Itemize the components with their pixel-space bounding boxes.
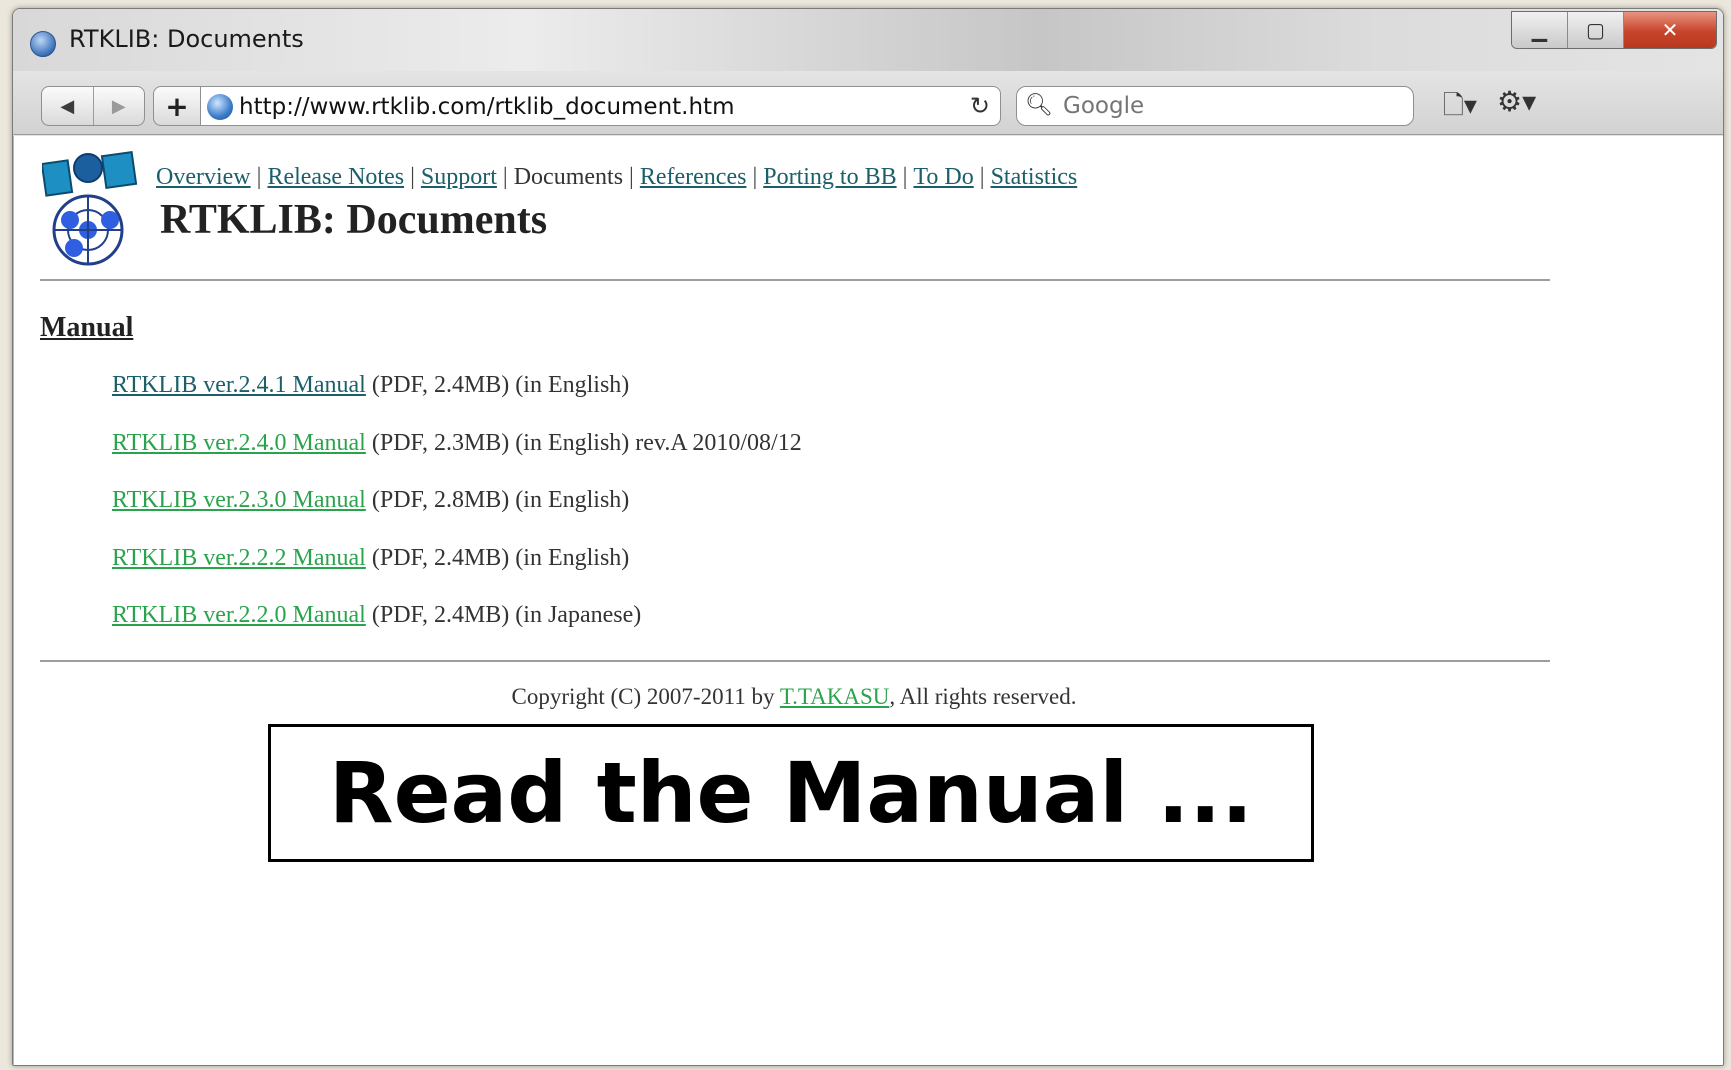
search-box[interactable]: 🔍︎ xyxy=(1016,86,1414,126)
manual-link[interactable]: RTKLIB ver.2.2.2 Manual xyxy=(112,545,366,571)
rtklib-logo xyxy=(42,150,138,266)
manual-link[interactable]: RTKLIB ver.2.3.0 Manual xyxy=(112,487,366,513)
page-menu-icon[interactable]: 🗋▾ xyxy=(1443,87,1477,131)
manual-link[interactable]: RTKLIB ver.2.2.0 Manual xyxy=(112,602,366,628)
manual-item: RTKLIB ver.2.3.0 Manual (PDF, 2.8MB) (in… xyxy=(112,487,802,545)
read-manual-callout: Read the Manual ... xyxy=(268,724,1314,862)
forward-button[interactable]: ▶ xyxy=(92,87,145,125)
page-content: Overview | Release Notes | Support | Documents… xyxy=(13,136,1723,1065)
copyright-prefix: Copyright (C) 2007-2011 by xyxy=(511,684,775,709)
nav-current-documents: Documents xyxy=(513,164,624,190)
nav-link-release-notes[interactable]: Release Notes xyxy=(267,164,404,190)
manual-link[interactable]: RTKLIB ver.2.4.1 Manual xyxy=(112,372,366,398)
divider-top xyxy=(40,279,1550,281)
search-icon[interactable]: 🔍︎ xyxy=(1025,93,1053,118)
copyright-suffix: , All rights reserved. xyxy=(889,684,1077,709)
browser-window: RTKLIB: Documents ▁ ▢ ✕ ◀ ▶ + http://www… xyxy=(12,8,1724,1066)
manual-list: RTKLIB ver.2.4.1 Manual (PDF, 2.4MB) (in… xyxy=(112,372,802,660)
maximize-button[interactable]: ▢ xyxy=(1568,12,1624,48)
site-nav: Overview | Release Notes | Support | Documents… xyxy=(156,164,1078,190)
title-bar: RTKLIB: Documents ▁ ▢ ✕ xyxy=(13,9,1723,71)
nav-link-support[interactable]: Support xyxy=(421,164,497,190)
browser-globe-icon xyxy=(30,31,56,57)
manual-link[interactable]: RTKLIB ver.2.4.0 Manual xyxy=(112,430,366,456)
manual-item: RTKLIB ver.2.4.1 Manual (PDF, 2.4MB) (in… xyxy=(112,372,802,430)
manual-item: RTKLIB ver.2.2.0 Manual (PDF, 2.4MB) (in… xyxy=(112,602,802,660)
address-bar[interactable]: http://www.rtklib.com/rtklib_document.ht… xyxy=(201,86,1001,126)
divider-bottom xyxy=(40,660,1550,662)
page-title: RTKLIB: Documents xyxy=(160,197,548,243)
manual-item: RTKLIB ver.2.4.0 Manual (PDF, 2.3MB) (in… xyxy=(112,430,802,488)
copyright-notice: Copyright (C) 2007-2011 by T.TAKASU, All… xyxy=(14,684,1574,710)
nav-link-overview[interactable]: Overview xyxy=(156,164,251,190)
nav-link-porting-to-bb[interactable]: Porting to BB xyxy=(763,164,896,190)
history-nav: ◀ ▶ xyxy=(41,86,145,126)
window-title: RTKLIB: Documents xyxy=(69,25,304,53)
browser-toolbar: ◀ ▶ + http://www.rtklib.com/rtklib_docum… xyxy=(13,71,1723,135)
manual-info: (PDF, 2.4MB) (in English) xyxy=(371,372,630,398)
back-button[interactable]: ◀ xyxy=(42,87,93,125)
nav-link-to-do[interactable]: To Do xyxy=(913,164,973,190)
manual-info: (PDF, 2.8MB) (in English) xyxy=(371,487,630,513)
section-heading-manual: Manual xyxy=(40,312,134,343)
add-bookmark-button[interactable]: + xyxy=(153,86,201,126)
author-link[interactable]: T.TAKASU xyxy=(780,684,890,709)
minimize-button[interactable]: ▁ xyxy=(1512,12,1568,48)
window-controls: ▁ ▢ ✕ xyxy=(1511,11,1717,49)
nav-link-statistics[interactable]: Statistics xyxy=(991,164,1078,190)
manual-info: (PDF, 2.3MB) (in English) rev.A 2010/08/… xyxy=(371,429,802,456)
manual-item: RTKLIB ver.2.2.2 Manual (PDF, 2.4MB) (in… xyxy=(112,545,802,603)
nav-link-references[interactable]: References xyxy=(640,164,747,190)
manual-info: (PDF, 2.4MB) (in English) xyxy=(371,544,630,571)
manual-info: (PDF, 2.4MB) (in Japanese) xyxy=(371,602,642,628)
reload-icon[interactable]: ↻ xyxy=(970,92,990,120)
search-input[interactable] xyxy=(1063,87,1403,125)
close-button[interactable]: ✕ xyxy=(1624,12,1716,48)
url-text[interactable]: http://www.rtklib.com/rtklib_document.ht… xyxy=(239,94,734,120)
tools-gear-icon[interactable]: ⚙▾ xyxy=(1497,85,1536,118)
site-globe-icon xyxy=(207,94,233,120)
